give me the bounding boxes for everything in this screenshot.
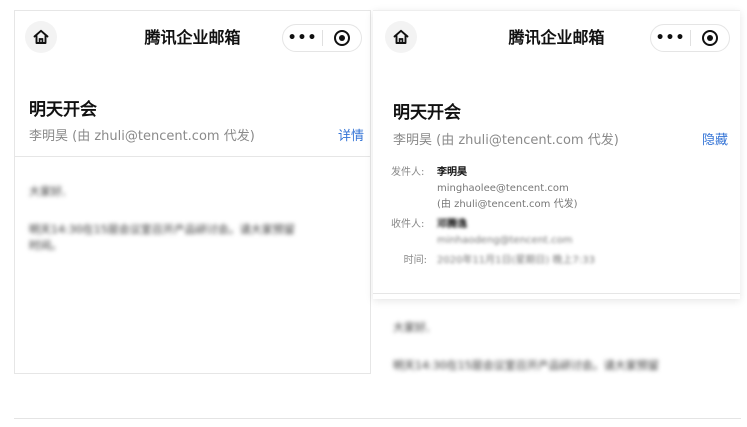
mail-view-expanded: 腾讯企业邮箱 ••• 明天开会 李明昊 (由 zhuli@tencent.com…	[373, 10, 740, 299]
mail-body-line: 明天14:30在15层会议室召开产品研讨会。请大家预留	[29, 223, 295, 236]
navigation-bar: 腾讯企业邮箱 •••	[15, 11, 370, 65]
details-toggle-link[interactable]: 详情	[338, 125, 364, 144]
sender-line: 李明昊 (由 zhuli@tencent.com 代发)	[393, 133, 619, 148]
mail-body-line: 明天14:30在15层会议室召开产品研讨会。请大家预留	[393, 359, 659, 372]
from-email: minghaolee@tencent.com	[437, 183, 569, 194]
from-proxy: (由 zhuli@tencent.com 代发)	[437, 199, 578, 210]
close-button[interactable]	[691, 30, 729, 46]
more-dots-icon[interactable]: •••	[283, 25, 322, 51]
mini-program-capsule: •••	[282, 24, 362, 52]
time-value: 2020年11月1日(星期日) 晚上7:33	[437, 255, 595, 266]
details-toggle-link[interactable]: 隐藏	[702, 129, 728, 148]
divider	[373, 293, 740, 294]
navigation-bar: 腾讯企业邮箱 •••	[373, 11, 740, 65]
mini-program-capsule: •••	[650, 24, 730, 52]
mail-view-collapsed: 腾讯企业邮箱 ••• 明天开会 李明昊 (由 zhuli@tencent.com…	[14, 10, 371, 374]
mail-body-line: 大家好,	[393, 321, 430, 334]
mail-body-line: 时间。	[29, 239, 62, 252]
from-name: 李明昊	[437, 167, 467, 178]
to-email: minhaodeng@tencent.com	[437, 235, 573, 246]
to-name: 邓腾逸	[437, 219, 467, 230]
mail-subject: 明天开会	[29, 100, 97, 120]
bottom-divider	[14, 418, 741, 419]
close-target-icon	[702, 30, 718, 46]
close-target-icon	[334, 30, 350, 46]
mail-subject: 明天开会	[393, 103, 461, 123]
divider	[15, 156, 370, 157]
from-label: 发件人:	[391, 167, 425, 178]
mail-details-panel: 发件人: 李明昊 minghaolee@tencent.com (由 zhuli…	[391, 166, 731, 268]
sender-line: 李明昊 (由 zhuli@tencent.com 代发)	[29, 129, 255, 144]
from-row: 发件人: 李明昊	[391, 166, 731, 180]
time-row: 时间: 2020年11月1日(星期日) 晚上7:33	[391, 254, 731, 268]
mail-body-line: 大家好,	[29, 185, 66, 198]
to-label: 收件人:	[391, 219, 425, 230]
close-button[interactable]	[323, 30, 361, 46]
to-row: 收件人: 邓腾逸	[391, 218, 731, 232]
time-label: 时间:	[403, 255, 427, 266]
more-dots-icon[interactable]: •••	[651, 25, 690, 51]
